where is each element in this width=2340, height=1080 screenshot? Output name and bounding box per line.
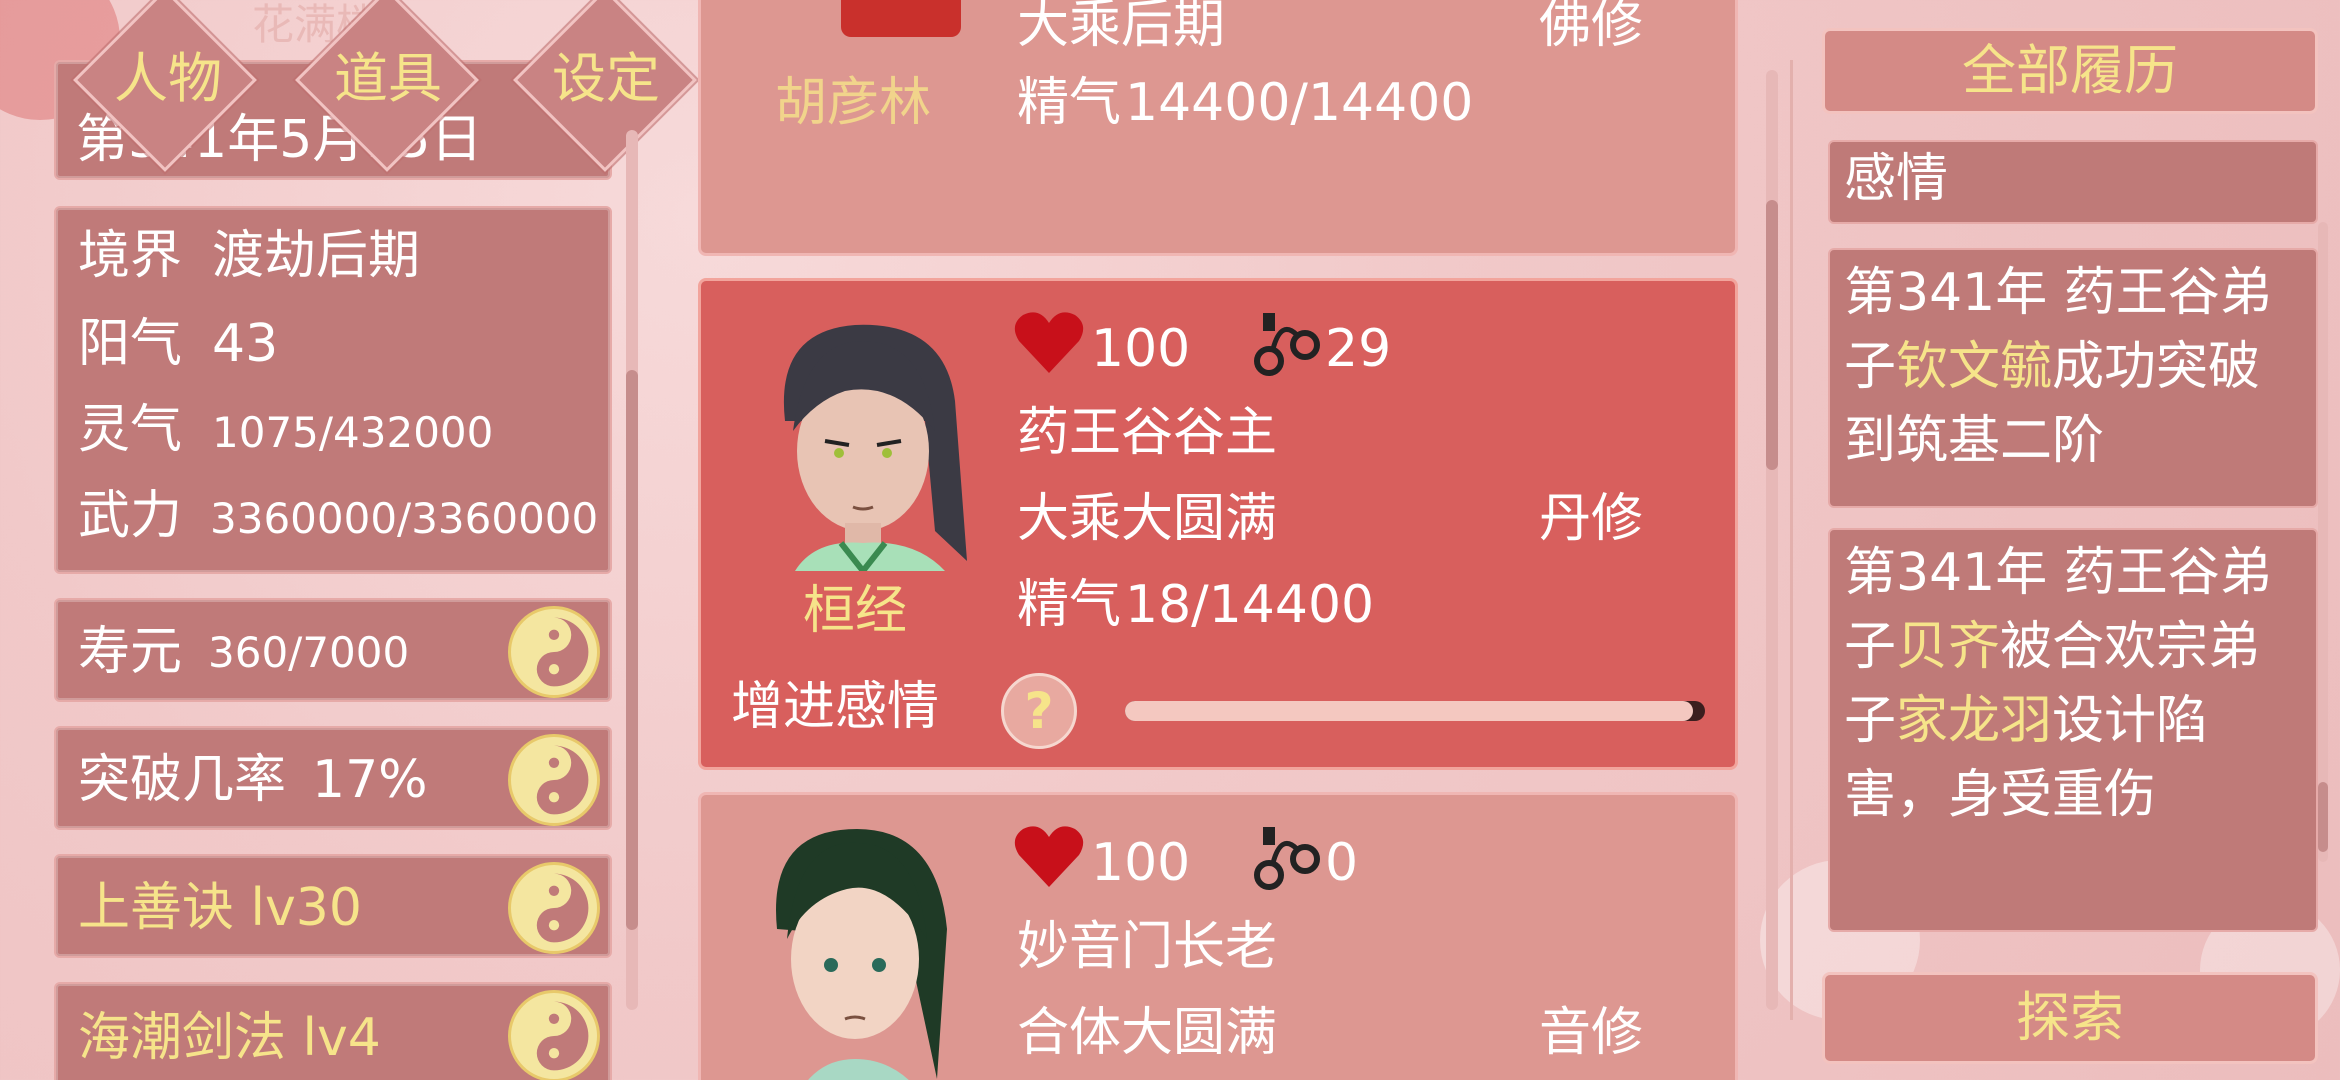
character-title: 妙音门长老 [1017, 917, 1278, 977]
breakthrough-label: 突破几率 [78, 750, 287, 810]
portrait [737, 819, 973, 1080]
character-title: 药王谷谷主 [1017, 403, 1278, 463]
history-name: 家龙羽 [1896, 691, 2053, 751]
affection-progress-bar [1125, 701, 1705, 721]
spirit-value: 1075/432000 [212, 408, 494, 457]
portrait [841, 0, 961, 37]
all-history-button[interactable]: 全部履历 [1822, 28, 2318, 114]
skill-label: 上善诀 lv30 [78, 878, 362, 938]
yin-yang-icon[interactable] [508, 862, 600, 954]
yin-yang-icon[interactable] [508, 990, 600, 1080]
nav-tab-label: 道具 [334, 47, 442, 110]
character-path: 佛修 [1539, 0, 1644, 55]
character-card[interactable]: 大乘后期 佛修 精气 14400/14400 胡彦林 [698, 0, 1738, 256]
affection-progress-fill [1125, 701, 1694, 721]
handcuffs-icon [1254, 313, 1320, 376]
yang-value: 43 [212, 314, 279, 374]
explore-button[interactable]: 探索 [1822, 972, 2318, 1064]
history-name: 钦文毓 [1896, 337, 2053, 397]
history-fragment-text: 感情 [1844, 149, 1949, 209]
character-realm: 大乘后期 [1017, 0, 1226, 55]
history-name: 贝齐 [1896, 617, 2001, 677]
character-card[interactable]: 100 0 妙音门长老 合体大圆满 音修 [698, 792, 1738, 1080]
heart-icon [1014, 826, 1084, 887]
character-realm: 合体大圆满 [1017, 1003, 1278, 1063]
spirit-label: 灵气 [78, 400, 183, 460]
character-name: 桓经 [803, 581, 908, 641]
nav-tab-label: 人物 [114, 47, 222, 110]
force-label: 武力 [78, 486, 183, 546]
stats-panel: 境界 渡劫后期 阳气 43 灵气 1075/432000 武力 3360000/… [54, 206, 612, 574]
bondage-value: 29 [1325, 319, 1392, 379]
essence-value: 18/14400 [1125, 575, 1375, 635]
heart-icon [1014, 312, 1084, 373]
lifespan-label: 寿元 [78, 622, 183, 682]
portrait [745, 311, 981, 576]
middle-scrollbar[interactable] [1766, 70, 1778, 1010]
help-icon[interactable]: ? [1001, 673, 1077, 749]
breakthrough-row: 突破几率 17% [54, 726, 612, 830]
character-path: 丹修 [1539, 489, 1644, 549]
essence-label: 精气 [1017, 575, 1122, 635]
character-path: 音修 [1539, 1003, 1644, 1063]
force-value: 3360000/3360000 [210, 494, 599, 543]
character-realm: 大乘大圆满 [1017, 489, 1278, 549]
left-scrollbar[interactable] [626, 130, 638, 1010]
lifespan-value: 360/7000 [208, 628, 410, 677]
handcuffs-icon [1254, 827, 1320, 890]
divider [1790, 60, 1793, 1020]
yang-label: 阳气 [78, 314, 183, 374]
history-entry: 第341年 药王谷弟子贝齐被合欢宗弟子家龙羽设计陷害，身受重伤 [1828, 528, 2318, 932]
yin-yang-icon[interactable] [508, 734, 600, 826]
essence-label: 精气 [1017, 73, 1122, 133]
history-scrollbar[interactable] [2318, 222, 2328, 862]
yin-yang-icon[interactable] [508, 606, 600, 698]
bondage-value: 0 [1325, 833, 1359, 893]
skill-label: 海潮剑法 lv4 [78, 1008, 381, 1068]
breakthrough-value: 17% [312, 750, 428, 810]
skill-row: 上善诀 lv30 [54, 854, 612, 958]
increase-affection-label: 增进感情 [731, 677, 940, 737]
character-card-selected[interactable]: 桓经 100 29 药王谷谷主 大乘大圆满 丹修 精气 18/14400 增进感… [698, 278, 1738, 770]
skill-row: 海潮剑法 lv4 [54, 982, 612, 1080]
affection-value: 100 [1091, 833, 1191, 893]
nav-tab-label: 设定 [552, 47, 660, 110]
essence-value: 14400/14400 [1125, 73, 1474, 133]
character-name: 胡彦林 [775, 73, 932, 133]
history-entry: 第341年 药王谷弟子钦文毓成功突破到筑基二阶 [1828, 248, 2318, 508]
realm-label: 境界 [78, 226, 183, 286]
realm-value: 渡劫后期 [212, 226, 421, 286]
affection-value: 100 [1091, 319, 1191, 379]
history-fragment: 感情 [1828, 140, 2318, 224]
lifespan-row: 寿元 360/7000 [54, 598, 612, 702]
